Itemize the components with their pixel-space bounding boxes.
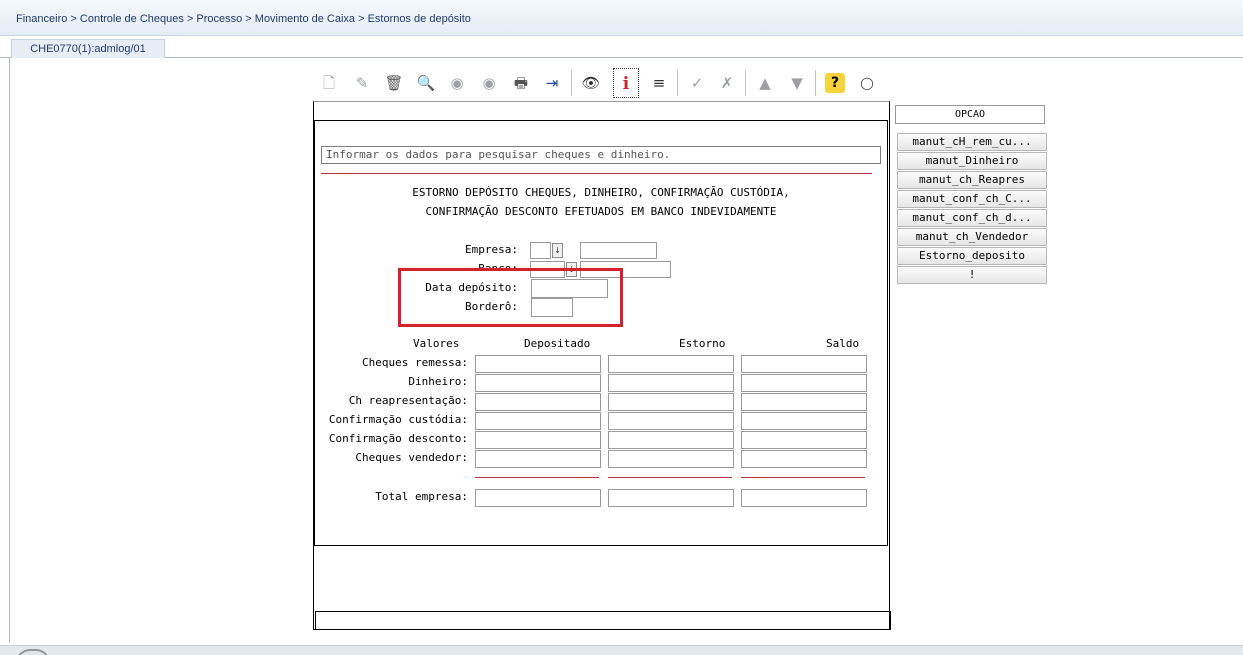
total-depositado-field[interactable]	[475, 489, 601, 507]
col-saldo: Saldo	[826, 337, 860, 350]
exit-icon[interactable]: ⇥	[542, 72, 562, 94]
print-icon[interactable]: 🖶	[511, 72, 531, 94]
title-separator	[321, 173, 872, 174]
total-saldo-field[interactable]	[741, 489, 867, 507]
ch-reapresentacao-saldo-field[interactable]	[741, 393, 867, 411]
row-label-confirmacao-custodia: Confirmação custódia:	[328, 413, 468, 426]
estorno-deposito-button[interactable]: Estorno_deposito	[897, 247, 1047, 265]
confirmacao-desconto-depositado-field[interactable]	[475, 431, 601, 449]
tab-strip: CHE0770(1):admlog/01	[0, 36, 1243, 58]
total-separator	[608, 477, 732, 478]
dinheiro-estorno-field[interactable]	[608, 374, 734, 392]
total-separator	[475, 477, 599, 478]
toolbar-separator	[745, 70, 746, 96]
empresa-lookup-icon[interactable]: ↓	[552, 243, 563, 258]
binoculars-icon[interactable]: 👁	[581, 72, 601, 94]
confirmacao-custodia-saldo-field[interactable]	[741, 412, 867, 430]
help-icon[interactable]: ?	[825, 73, 845, 93]
cheques-vendedor-saldo-field[interactable]	[741, 450, 867, 468]
row-label-cheques-remessa: Cheques remessa:	[362, 356, 468, 369]
empresa-label: Empresa:	[465, 243, 518, 256]
breadcrumb[interactable]: Financeiro > Controle de Cheques > Proce…	[16, 13, 471, 25]
total-empresa-label: Total empresa:	[375, 490, 468, 503]
edit-icon[interactable]: ✎	[352, 72, 372, 94]
confirmacao-custodia-estorno-field[interactable]	[608, 412, 734, 430]
empresa-name-field[interactable]	[580, 242, 657, 259]
search-icon[interactable]: 🔍	[416, 72, 436, 94]
chat-icon[interactable]: ◯	[857, 72, 877, 94]
row-label-confirmacao-desconto: Confirmação desconto:	[328, 432, 468, 445]
dinheiro-depositado-field[interactable]	[475, 374, 601, 392]
cheques-vendedor-estorno-field[interactable]	[608, 450, 734, 468]
row-label-cheques-vendedor: Cheques vendedor:	[355, 451, 468, 464]
confirmacao-desconto-saldo-field[interactable]	[741, 431, 867, 449]
confirmacao-custodia-depositado-field[interactable]	[475, 412, 601, 430]
manut-conf-ch-c-button[interactable]: manut_conf_ch_C...	[897, 190, 1047, 208]
cheques-remessa-saldo-field[interactable]	[741, 355, 867, 373]
up-icon[interactable]: ▲	[755, 72, 775, 94]
toolbar-separator	[677, 70, 678, 96]
list-icon[interactable]: ≡	[649, 72, 669, 94]
prev-icon[interactable]: ◉	[447, 72, 467, 94]
bottom-bar	[0, 645, 1243, 655]
cheques-remessa-depositado-field[interactable]	[475, 355, 601, 373]
top-bar: Financeiro > Controle de Cheques > Proce…	[0, 0, 1243, 36]
total-separator	[741, 477, 865, 478]
status-bar	[315, 611, 891, 630]
confirmacao-desconto-estorno-field[interactable]	[608, 431, 734, 449]
manut-ch-reapres-button[interactable]: manut_ch_Reapres	[897, 171, 1047, 189]
exclamation-button[interactable]: !	[897, 266, 1047, 284]
cancel-icon[interactable]: ✗	[717, 72, 737, 94]
col-valores: Valores	[413, 337, 460, 350]
toolbar: 🗋 ✎ 🗑 🔍 ◉ ◉ 🖶 ⇥ 👁 i ≡ ✓ ✗ ▲ ▼ ? ◯	[313, 66, 889, 102]
row-label-ch-reapresentacao: Ch reapresentação:	[348, 394, 468, 407]
trash-icon[interactable]: 🗑	[384, 72, 404, 94]
row-label-dinheiro: Dinheiro:	[408, 375, 468, 388]
manut-ch-rem-cu-button[interactable]: manut_cH_rem_cu...	[897, 133, 1047, 151]
down-icon[interactable]: ▼	[787, 72, 807, 94]
check-icon[interactable]: ✓	[687, 72, 707, 94]
highlight-box	[398, 268, 623, 327]
ch-reapresentacao-estorno-field[interactable]	[608, 393, 734, 411]
manut-dinheiro-button[interactable]: manut_Dinheiro	[897, 152, 1047, 170]
cheques-vendedor-depositado-field[interactable]	[475, 450, 601, 468]
total-estorno-field[interactable]	[608, 489, 734, 507]
dinheiro-saldo-field[interactable]	[741, 374, 867, 392]
toolbar-separator	[571, 70, 572, 96]
tab-che0770[interactable]: CHE0770(1):admlog/01	[11, 39, 165, 58]
new-doc-icon[interactable]: 🗋	[319, 72, 339, 94]
ch-reapresentacao-depositado-field[interactable]	[475, 393, 601, 411]
cheques-remessa-estorno-field[interactable]	[608, 355, 734, 373]
opcao-header: OPCAO	[895, 105, 1045, 124]
empresa-code-field[interactable]	[530, 242, 551, 259]
manut-conf-ch-d-button[interactable]: manut_conf_ch_d...	[897, 209, 1047, 227]
form-title-line-1: ESTORNO DEPÓSITO CHEQUES, DINHEIRO, CONF…	[412, 186, 790, 199]
manut-ch-vendedor-button[interactable]: manut_ch_Vendedor	[897, 228, 1047, 246]
info-icon[interactable]: i	[613, 68, 639, 98]
col-depositado: Depositado	[524, 337, 591, 350]
form-panel	[314, 120, 888, 546]
form-title-line-2: CONFIRMAÇÃO DESCONTO EFETUADOS EM BANCO …	[425, 205, 777, 218]
search-info-field[interactable]: Informar os dados para pesquisar cheques…	[321, 146, 881, 164]
next-icon[interactable]: ◉	[479, 72, 499, 94]
col-estorno: Estorno	[679, 337, 726, 350]
toolbar-separator	[815, 70, 816, 96]
